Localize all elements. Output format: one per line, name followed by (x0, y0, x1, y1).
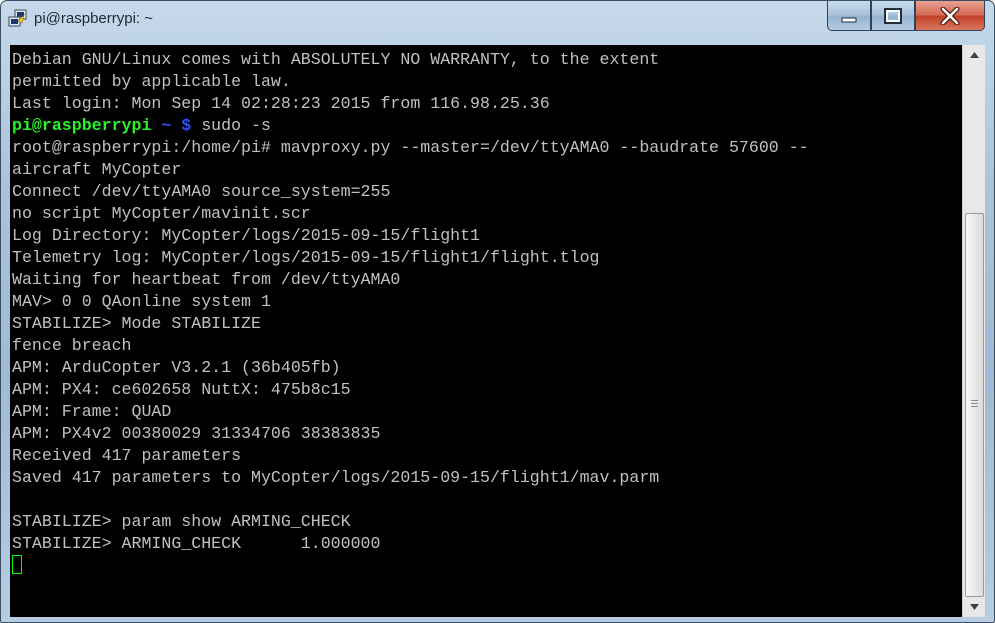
terminal-line: Received 417 parameters (12, 446, 242, 465)
terminal-line: STABILIZE> Mode STABILIZE (12, 314, 261, 333)
minimize-button[interactable] (827, 1, 871, 31)
terminal-line: Waiting for heartbeat from /dev/ttyAMA0 (12, 270, 401, 289)
prompt-user: pi@raspberrypi (12, 116, 152, 135)
terminal-line: APM: PX4: ce602658 NuttX: 475b8c15 (12, 380, 351, 399)
grip-icon (971, 400, 978, 409)
vertical-scrollbar[interactable] (962, 45, 985, 617)
putty-icon[interactable] (8, 9, 28, 29)
close-icon (940, 6, 960, 25)
terminal-line: Last login: Mon Sep 14 02:28:23 2015 fro… (12, 94, 550, 113)
terminal-line: APM: PX4v2 00380029 31334706 38383835 (12, 424, 381, 443)
scroll-up-button[interactable] (963, 45, 985, 65)
terminal-line: aircraft MyCopter (12, 160, 182, 179)
terminal-line: Log Directory: MyCopter/logs/2015-09-15/… (12, 226, 481, 245)
window-controls (827, 1, 985, 31)
terminal-line: STABILIZE> param show ARMING_CHECK (12, 512, 351, 531)
arrow-down-icon (969, 604, 979, 610)
terminal-line: no script MyCopter/mavinit.scr (12, 204, 311, 223)
title-bar[interactable]: pi@raspberrypi: ~ (1, 1, 994, 45)
terminal-line: STABILIZE> ARMING_CHECK 1.000000 (12, 534, 381, 553)
scroll-down-button[interactable] (963, 597, 985, 617)
prompt-line: pi@raspberrypi ~ $ sudo -s (12, 115, 809, 137)
terminal-line: Telemetry log: MyCopter/logs/2015-09-15/… (12, 248, 600, 267)
terminal-line: root@raspberrypi:/home/pi# mavproxy.py -… (12, 138, 809, 157)
terminal-line: Connect /dev/ttyAMA0 source_system=255 (12, 182, 391, 201)
prompt-command: sudo -s (191, 116, 271, 135)
arrow-up-icon (969, 52, 979, 58)
terminal-line: fence breach (12, 336, 132, 355)
window-title: pi@raspberrypi: ~ (34, 10, 154, 27)
terminal-line: APM: Frame: QUAD (12, 402, 172, 421)
terminal-lines: Debian GNU/Linux comes with ABSOLUTELY N… (12, 49, 809, 577)
terminal-line: permitted by applicable law. (12, 72, 291, 91)
terminal-line: MAV> 0 0 QAonline system 1 (12, 292, 271, 311)
cursor-line (12, 555, 809, 577)
terminal-output[interactable]: Debian GNU/Linux comes with ABSOLUTELY N… (10, 45, 962, 617)
terminal-line: APM: ArduCopter V3.2.1 (36b405fb) (12, 358, 341, 377)
terminal-window: pi@raspberrypi: ~ Debian GNU/Linux comes… (0, 0, 995, 623)
minimize-icon (841, 17, 857, 22)
scrollbar-thumb[interactable] (965, 213, 984, 597)
terminal-line: Debian GNU/Linux comes with ABSOLUTELY N… (12, 50, 660, 69)
maximize-icon (884, 7, 902, 24)
prompt-path: ~ $ (151, 116, 192, 135)
close-button[interactable] (915, 1, 985, 31)
terminal-line: Saved 417 parameters to MyCopter/logs/20… (12, 468, 660, 487)
terminal-cursor (12, 555, 22, 574)
maximize-button[interactable] (871, 1, 915, 31)
